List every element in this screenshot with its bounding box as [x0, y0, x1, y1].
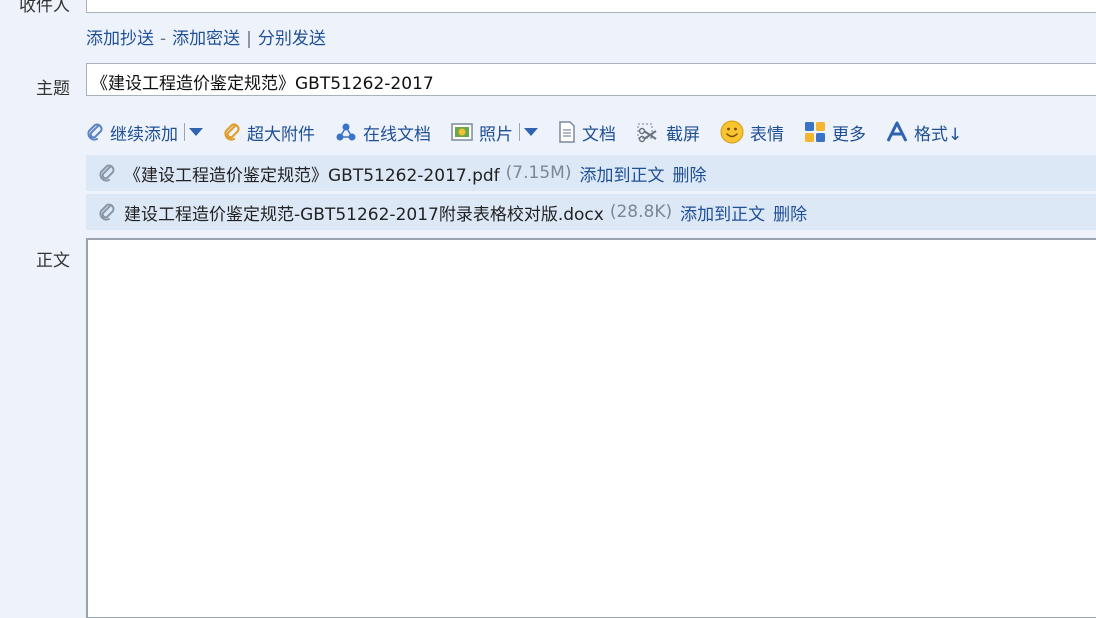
smiley-icon	[720, 120, 744, 144]
toolbar-divider	[184, 123, 185, 141]
paperclip-icon	[99, 203, 115, 221]
add-to-body-link[interactable]: 添加到正文	[680, 200, 765, 225]
toolbar-divider	[519, 123, 520, 141]
recipient-options: 添加抄送 - 添加密送 | 分别发送	[86, 24, 326, 49]
more-button[interactable]: 更多	[804, 120, 866, 145]
scissors-icon	[637, 123, 657, 143]
online-doc-icon	[336, 123, 356, 141]
emoji-button[interactable]: 表情	[720, 120, 784, 145]
delete-attachment-link[interactable]: 删除	[672, 161, 706, 186]
attachment-size: (7.15M)	[505, 163, 572, 183]
photo-button[interactable]: 照片	[451, 120, 513, 145]
body-label: 正文	[36, 251, 70, 271]
online-doc-label: 在线文档	[363, 124, 431, 145]
font-format-icon	[886, 121, 908, 142]
attachment-filename: 《建设工程造价鉴定规范》GBT51262-2017.pdf	[124, 165, 500, 186]
more-label: 更多	[832, 124, 866, 145]
subject-input[interactable]: 《建设工程造价鉴定规范》GBT51262-2017	[86, 63, 1096, 96]
screenshot-button[interactable]: 截屏	[636, 120, 700, 145]
subject-value: 《建设工程造价鉴定规范》GBT51262-2017	[91, 74, 434, 94]
large-attachment-label: 超大附件	[247, 124, 315, 145]
emoji-label: 表情	[750, 124, 784, 145]
separator-pipe: |	[246, 29, 252, 49]
add-to-body-link[interactable]: 添加到正文	[579, 161, 664, 186]
attachment-toolbar: 继续添加 超大附件 在线文档 照片 文档 截屏 表情 更多 格式↓	[86, 116, 982, 148]
document-label: 文档	[582, 124, 616, 145]
paperclip-icon	[99, 164, 115, 182]
attachment-size: (28.8K)	[609, 202, 673, 222]
continue-add-button[interactable]: 继续添加	[86, 120, 178, 145]
online-doc-button[interactable]: 在线文档	[335, 120, 431, 145]
subject-label: 主题	[36, 79, 70, 99]
large-attachment-button[interactable]: 超大附件	[223, 120, 315, 145]
screenshot-label: 截屏	[666, 124, 700, 145]
body-editor[interactable]	[86, 238, 1096, 618]
format-label: 格式↓	[914, 124, 963, 145]
delete-attachment-link[interactable]: 删除	[773, 200, 807, 225]
large-paperclip-icon	[224, 123, 240, 141]
attachment-filename: 建设工程造价鉴定规范-GBT51262-2017附录表格校对版.docx	[124, 204, 604, 225]
photo-label: 照片	[479, 124, 513, 145]
add-bcc-link[interactable]: 添加密送	[172, 29, 240, 49]
paperclip-icon	[87, 123, 103, 141]
continue-add-group: 继续添加	[86, 120, 203, 145]
add-cc-link[interactable]: 添加抄送	[86, 29, 154, 49]
recipient-input[interactable]	[86, 0, 1096, 13]
continue-add-label: 继续添加	[110, 124, 178, 145]
format-button[interactable]: 格式↓	[886, 120, 962, 145]
document-icon	[559, 121, 575, 143]
photo-dropdown-icon[interactable]	[524, 128, 538, 136]
photo-group: 照片	[451, 120, 538, 145]
grid-icon	[805, 122, 825, 142]
photo-icon	[451, 123, 473, 141]
recipient-label: 收件人	[19, 0, 70, 16]
continue-add-dropdown-icon[interactable]	[189, 128, 203, 136]
attachment-item: 建设工程造价鉴定规范-GBT51262-2017附录表格校对版.docx (28…	[86, 194, 1096, 230]
separate-send-link[interactable]: 分别发送	[258, 29, 326, 49]
document-button[interactable]: 文档	[558, 120, 616, 145]
attachment-item: 《建设工程造价鉴定规范》GBT51262-2017.pdf (7.15M) 添加…	[86, 155, 1096, 191]
separator-dash: -	[160, 29, 167, 49]
